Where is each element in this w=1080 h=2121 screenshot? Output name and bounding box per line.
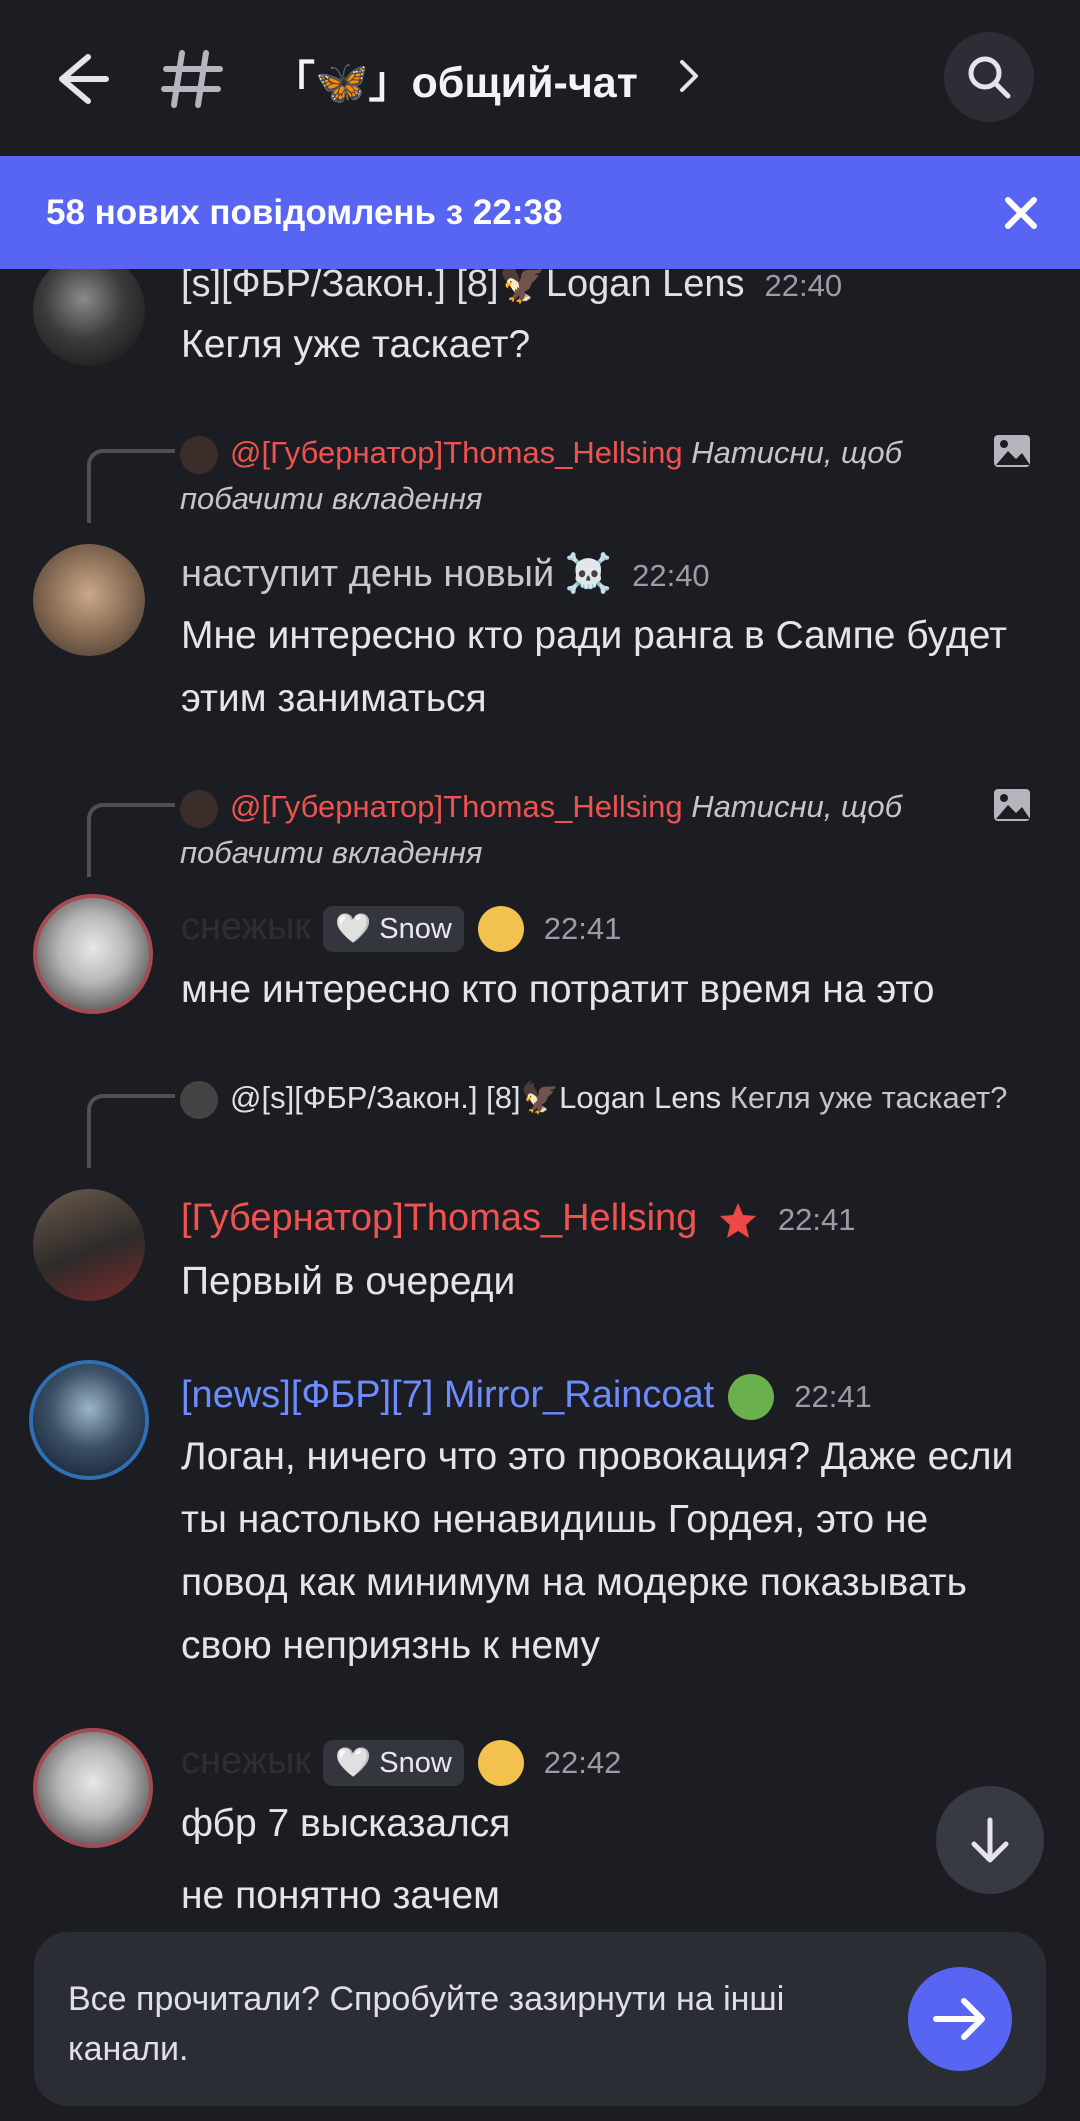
avatar[interactable] xyxy=(33,1728,153,1848)
reply-avatar xyxy=(180,435,218,474)
star-icon xyxy=(719,1202,756,1238)
reply-connector xyxy=(87,449,175,523)
message-text: мне интересно кто потратит время на это xyxy=(181,968,935,1011)
message-text: Первый в очереди xyxy=(181,1260,516,1303)
avatar[interactable] xyxy=(33,894,153,1014)
close-icon[interactable] xyxy=(1004,196,1038,230)
message-text: Мне интересно кто ради ранга в Сампе буд… xyxy=(181,614,1007,720)
reply-preview[interactable]: @[Губернатор]Thomas_Hellsing Натисни, що… xyxy=(180,784,1040,876)
scroll-to-bottom-button[interactable] xyxy=(936,1786,1044,1894)
author-name: [s][ФБР/Закон.] [8]🦅Logan Lens xyxy=(181,263,745,305)
image-attachment-icon xyxy=(994,789,1030,821)
reply-avatar xyxy=(180,1080,218,1119)
message-time: 22:40 xyxy=(632,558,710,593)
avatar[interactable] xyxy=(33,254,145,366)
arrow-right-icon xyxy=(933,1998,985,2040)
new-messages-banner[interactable]: 58 нових повідомлень з 22:38 xyxy=(0,156,1080,269)
reply-author: @[Губернатор]Thomas_Hellsing xyxy=(230,789,683,824)
reply-text: Кегля уже таскает? xyxy=(729,1080,1008,1115)
reply-avatar xyxy=(180,789,218,828)
author-name: снежык xyxy=(181,906,312,949)
role-badge: 🤍 Snow xyxy=(323,1740,464,1786)
message-author[interactable]: [news][ФБР][7] Mirror_Raincoat 22:41 xyxy=(181,1374,872,1420)
new-messages-text: 58 нових повідомлень з 22:38 xyxy=(46,193,563,232)
image-attachment-icon xyxy=(994,435,1030,467)
message-author[interactable]: снежык 🤍 Snow 22:41 xyxy=(181,906,621,952)
message-author[interactable]: наступит день новый ☠️ 22:40 xyxy=(181,552,710,596)
author-name: [news][ФБР][7] Mirror_Raincoat xyxy=(181,1374,715,1417)
message-author[interactable]: [Губернатор]Thomas_Hellsing 22:41 xyxy=(181,1197,855,1240)
top-bar: 「🦋」общий-чат xyxy=(0,0,1080,155)
explore-channels-card: Все прочитали? Спробуйте зазирнути на ін… xyxy=(34,1932,1046,2106)
search-icon xyxy=(968,56,1011,99)
message-time: 22:42 xyxy=(543,1745,622,1781)
reply-preview[interactable]: @[s][ФБР/Закон.] [8]🦅Logan Lens Кегля уж… xyxy=(180,1075,1040,1121)
back-arrow-icon[interactable] xyxy=(48,47,112,111)
emoji-icon xyxy=(477,1740,524,1786)
message-text: Логан, ничего что это провокация? Даже е… xyxy=(181,1435,1014,1667)
message-text: фбр 7 высказался xyxy=(181,1802,511,1845)
avatar[interactable] xyxy=(33,1364,145,1476)
message-time: 22:41 xyxy=(543,911,622,947)
search-button[interactable] xyxy=(944,32,1034,122)
avatar[interactable] xyxy=(33,544,145,656)
explore-channels-button[interactable] xyxy=(908,1967,1012,2071)
reply-connector xyxy=(87,1094,175,1168)
role-badge: 🤍 Snow xyxy=(323,906,464,952)
chevron-right-icon[interactable] xyxy=(676,56,702,96)
emoji-icon xyxy=(477,906,524,952)
message-time: 22:41 xyxy=(777,1202,856,1237)
reply-connector xyxy=(87,803,175,877)
explore-channels-text: Все прочитали? Спробуйте зазирнути на ін… xyxy=(68,1980,785,2068)
hash-channel-icon xyxy=(160,47,224,111)
message-author[interactable]: снежык 🤍 Snow 22:42 xyxy=(181,1740,621,1786)
arrow-down-icon xyxy=(971,1817,1009,1863)
channel-title[interactable]: 「🦋」общий-чат xyxy=(272,48,638,110)
message-time: 22:40 xyxy=(764,268,843,303)
reply-author: @[Губернатор]Thomas_Hellsing xyxy=(230,435,683,470)
author-name: наступит день новый ☠️ xyxy=(181,553,613,595)
emoji-icon xyxy=(728,1374,775,1420)
message-text-continued: не понятно зачем xyxy=(181,1874,500,1917)
author-name: снежык xyxy=(181,1740,312,1783)
message-text: Кегля уже таскает? xyxy=(181,323,531,366)
message-time: 22:41 xyxy=(794,1379,872,1415)
reply-author: @[s][ФБР/Закон.] [8]🦅Logan Lens xyxy=(230,1080,722,1115)
reply-preview[interactable]: @[Губернатор]Thomas_Hellsing Натисни, що… xyxy=(180,430,1040,522)
avatar[interactable] xyxy=(33,1189,145,1301)
author-name: [Губернатор]Thomas_Hellsing xyxy=(181,1197,698,1239)
